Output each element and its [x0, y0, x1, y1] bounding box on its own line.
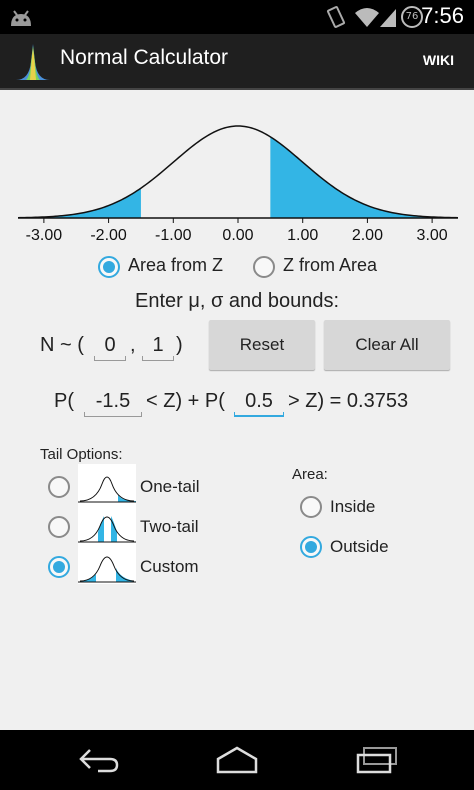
app-title: Normal Calculator: [60, 46, 229, 69]
two-tail-label[interactable]: Two-tail: [140, 517, 199, 537]
recent-apps-icon[interactable]: [354, 746, 400, 774]
home-icon[interactable]: [214, 746, 260, 774]
wifi-icon: [355, 8, 379, 27]
shaded-region-right: [270, 136, 458, 218]
custom-tail-curve-icon: [78, 544, 136, 584]
lower-bound-input[interactable]: -1.5: [84, 390, 142, 417]
reset-button[interactable]: Reset: [209, 320, 315, 370]
x-tick-label: 0.00: [222, 227, 253, 242]
outside-radio[interactable]: [300, 536, 322, 558]
mu-input[interactable]: 0: [94, 334, 126, 361]
instructions-prompt: Enter μ, σ and bounds:: [135, 290, 339, 312]
battery-icon: 76: [401, 6, 423, 28]
x-tick-label: 2.00: [352, 227, 383, 242]
one-tail-curve-icon: [78, 464, 136, 504]
expr-result: > Z) = 0.3753: [288, 390, 409, 412]
lower-bound-value: -1.5: [95, 390, 131, 412]
clock: 7:56: [421, 3, 464, 28]
inside-label[interactable]: Inside: [330, 497, 375, 517]
inside-radio[interactable]: [300, 496, 322, 518]
area-from-z-label[interactable]: Area from Z: [128, 255, 223, 276]
expr-p-open: P(: [54, 390, 74, 412]
x-tick-label: -3.00: [26, 227, 63, 242]
navigation-bar: [0, 730, 474, 790]
app-logo-icon[interactable]: [14, 42, 52, 82]
x-tick-label: 1.00: [287, 227, 318, 242]
sigma-input[interactable]: 1: [142, 334, 174, 361]
signal-icon: [380, 9, 396, 27]
x-tick-label: -1.00: [155, 227, 192, 242]
dist-suffix: ): [176, 334, 183, 356]
upper-bound-value: 0.5: [245, 390, 273, 412]
vibrate-icon: [326, 6, 346, 28]
wiki-button[interactable]: WIKI: [423, 52, 454, 68]
z-from-area-radio[interactable]: [253, 256, 275, 278]
one-tail-radio[interactable]: [48, 476, 70, 498]
two-tail-curve-icon: [78, 504, 136, 544]
upper-bound-input[interactable]: 0.5: [234, 390, 284, 417]
custom-tail-radio[interactable]: [48, 556, 70, 578]
dist-prefix: N ~ (: [40, 334, 84, 356]
area-from-z-radio[interactable]: [98, 256, 120, 278]
x-axis-ticks: -3.00 -2.00 -1.00 0.00 1.00 2.00 3.00: [26, 218, 448, 242]
sigma-value: 1: [152, 334, 164, 356]
clear-all-button[interactable]: Clear All: [324, 320, 450, 370]
z-from-area-label[interactable]: Z from Area: [283, 255, 377, 276]
x-tick-label: -2.00: [90, 227, 127, 242]
expr-middle: < Z) + P(: [146, 390, 225, 412]
area-header: Area:: [292, 466, 328, 483]
outside-label[interactable]: Outside: [330, 537, 389, 557]
custom-tail-label[interactable]: Custom: [140, 557, 199, 577]
normal-distribution-chart: -3.00 -2.00 -1.00 0.00 1.00 2.00 3.00: [18, 125, 458, 242]
battery-level: 76: [405, 11, 419, 22]
action-bar: Normal Calculator WIKI: [0, 34, 474, 90]
dist-separator: ,: [130, 334, 136, 356]
status-bar: 76 7:56: [0, 0, 474, 34]
density-curve: [18, 125, 458, 219]
two-tail-radio[interactable]: [48, 516, 70, 538]
back-icon[interactable]: [78, 746, 120, 774]
tail-options-header: Tail Options:: [40, 446, 123, 463]
x-tick-label: 3.00: [417, 227, 448, 242]
android-notification-icon: [11, 10, 31, 26]
mu-value: 0: [104, 334, 116, 356]
one-tail-label[interactable]: One-tail: [140, 477, 200, 497]
